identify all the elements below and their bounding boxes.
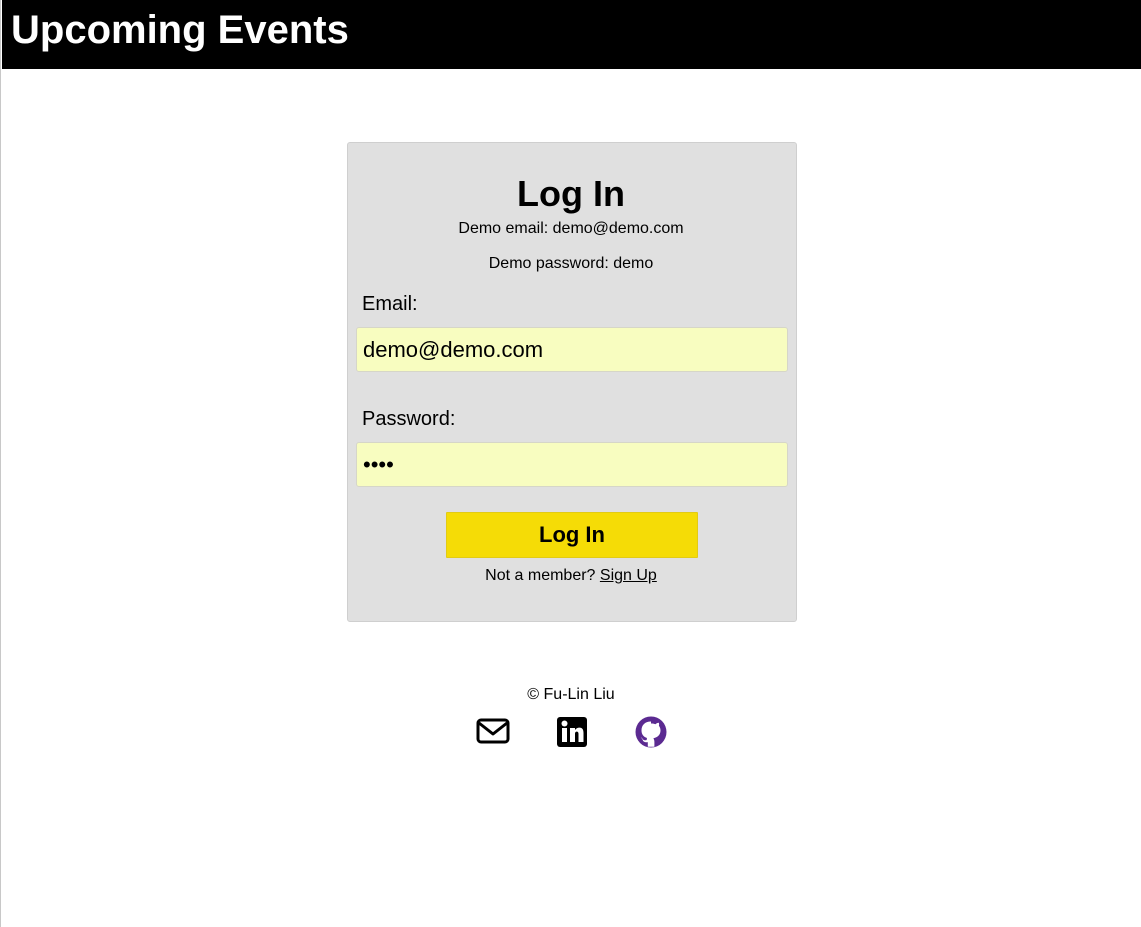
password-label: Password: xyxy=(362,408,456,430)
mail-icon[interactable] xyxy=(475,714,511,750)
login-title: Log In xyxy=(517,173,625,214)
page: Upcoming Events Log In Demo email: demo@… xyxy=(0,0,1141,927)
signup-link[interactable]: Sign Up xyxy=(600,567,657,584)
email-field[interactable] xyxy=(356,327,788,372)
not-member-text: Not a member? xyxy=(485,567,596,584)
signup-prompt: Not a member? Sign Up xyxy=(1,566,1141,586)
copyright: © Fu-Lin Liu xyxy=(527,686,615,703)
demo-email-hint: Demo email: demo@demo.com xyxy=(458,220,684,237)
site-title: Upcoming Events xyxy=(11,8,349,52)
demo-password-hint: Demo password: demo xyxy=(488,255,654,272)
header-bar: Upcoming Events xyxy=(2,0,1141,69)
github-icon[interactable] xyxy=(633,714,669,750)
login-button[interactable]: Log In xyxy=(446,512,698,558)
password-field[interactable] xyxy=(356,442,788,487)
email-label: Email: xyxy=(362,293,418,315)
linkedin-icon[interactable] xyxy=(554,714,590,750)
